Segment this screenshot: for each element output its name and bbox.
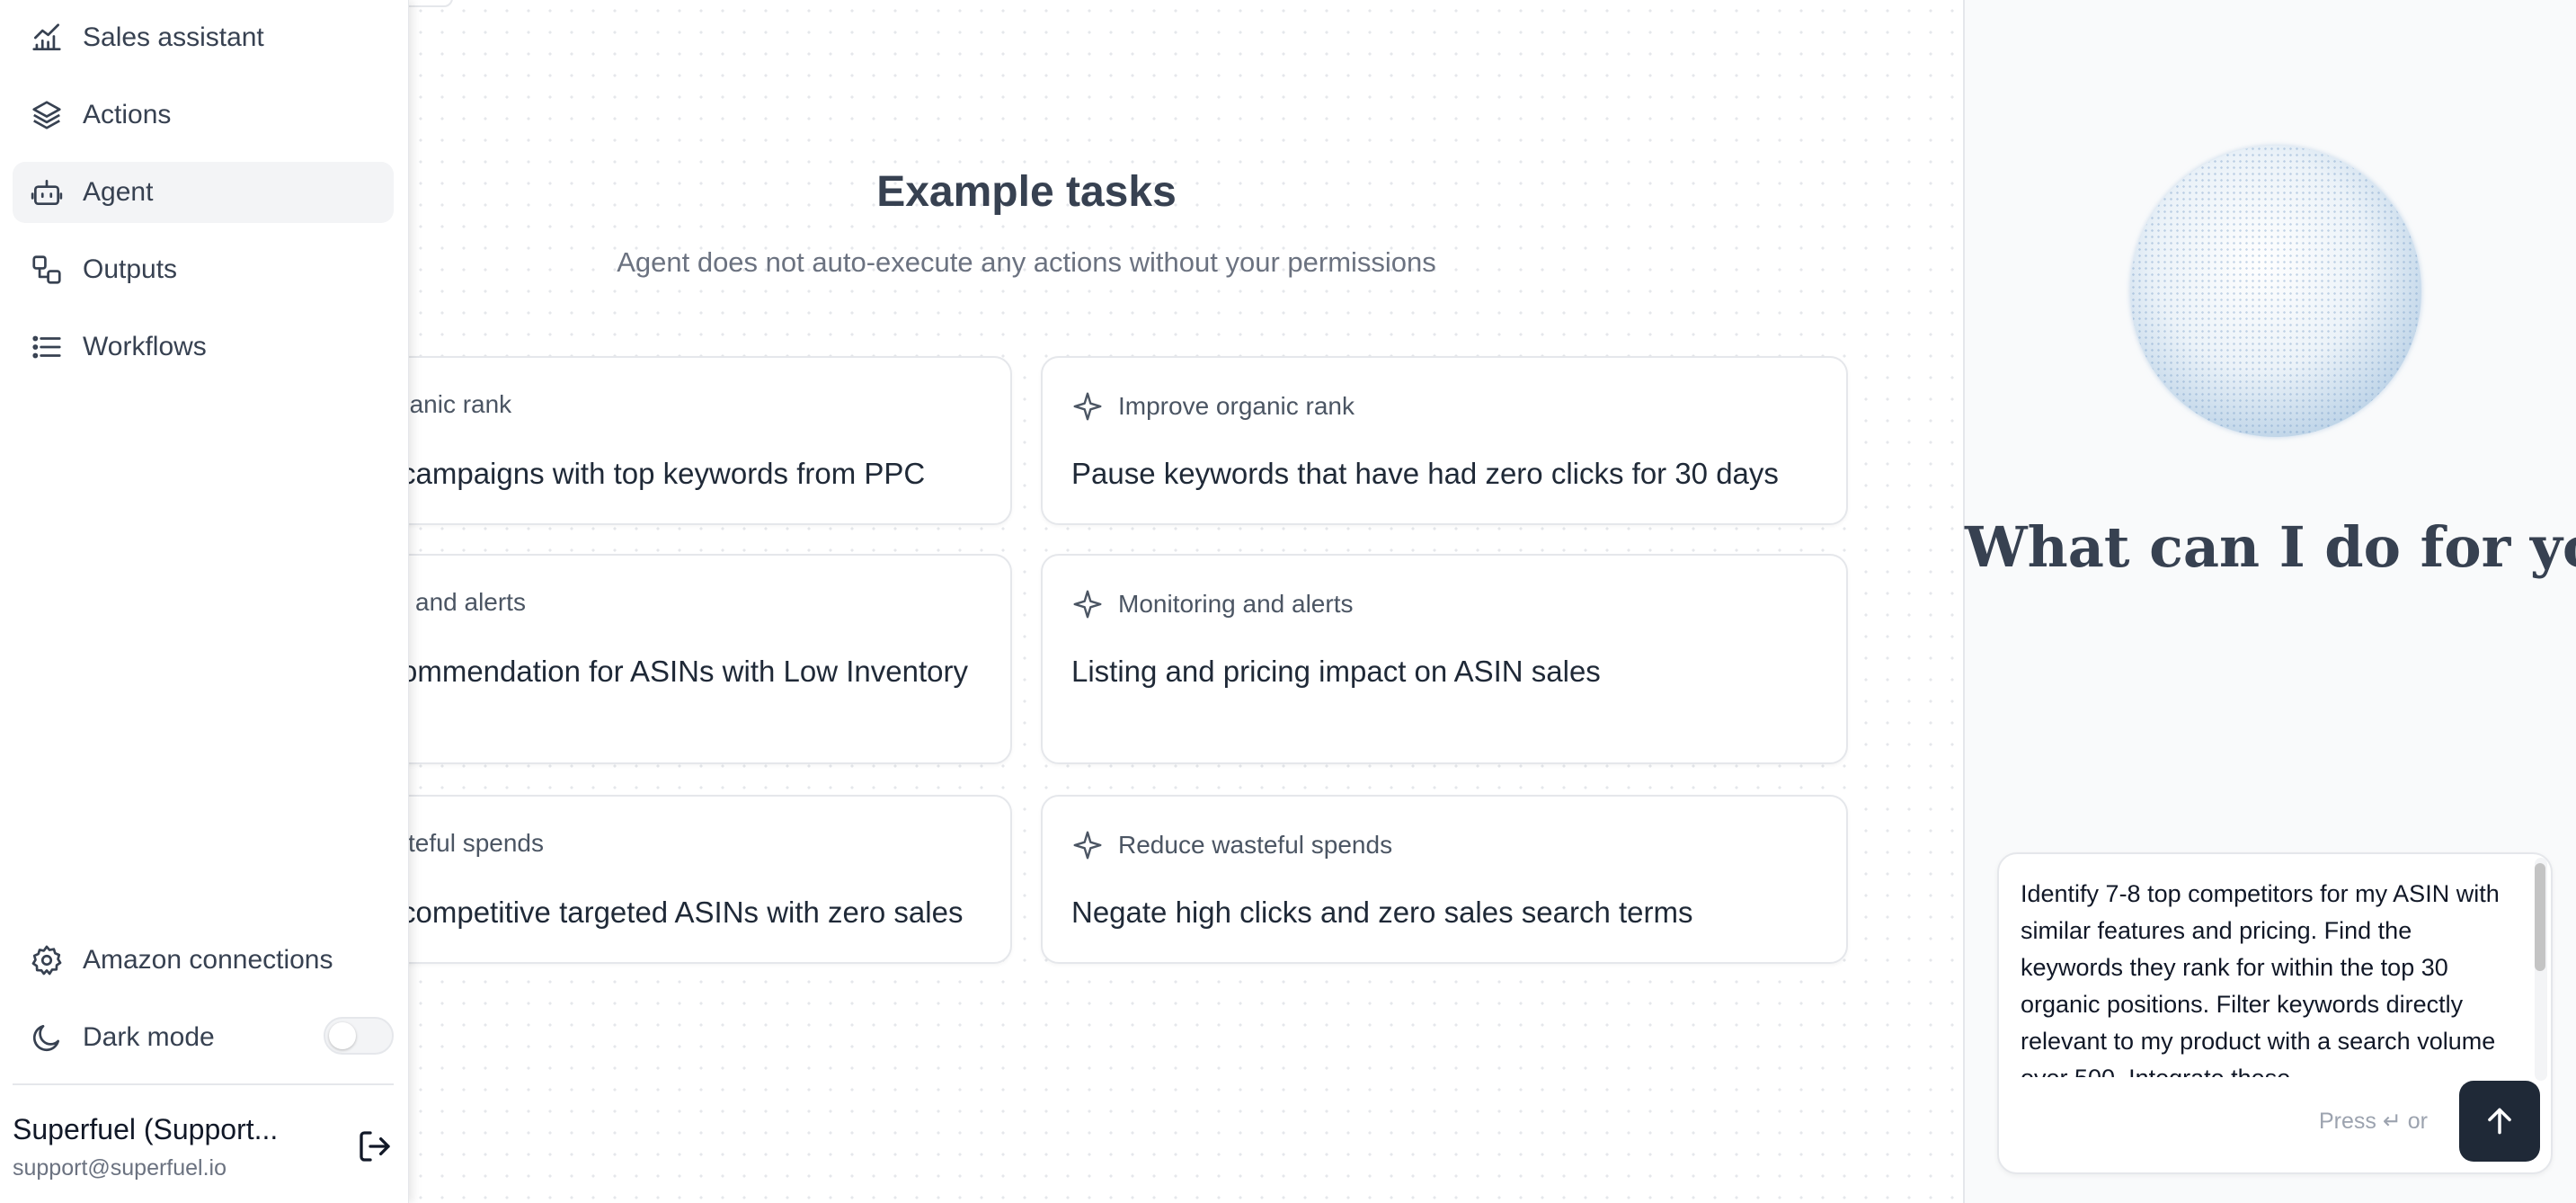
sidebar-item-sales-assistant[interactable]: Sales assistant	[13, 7, 394, 68]
task-category-label: steful spends	[395, 829, 544, 857]
user-name: Superfuel (Support...	[13, 1113, 279, 1145]
gear-icon	[29, 942, 65, 978]
sidebar-item-label: Outputs	[83, 254, 178, 284]
task-category-label: Reduce wasteful spends	[1118, 831, 1393, 859]
task-card[interactable]: Improve organic rank Pause keywords that…	[1041, 356, 1848, 525]
amazon-connections-label: Amazon connections	[83, 945, 333, 975]
moon-icon	[29, 1020, 65, 1056]
task-category-label: ganic rank	[395, 390, 512, 418]
task-title: Listing and pricing impact on ASIN sales	[1071, 655, 1601, 688]
task-card[interactable]: and alerts ommendation for ASINs with Lo…	[333, 554, 1012, 764]
task-category: and alerts	[415, 588, 526, 617]
sidebar-item-label: Workflows	[83, 332, 207, 361]
logout-icon	[360, 1131, 390, 1162]
task-category: steful spends	[395, 829, 544, 858]
sidebar-item-agent[interactable]: Agent	[13, 162, 394, 223]
chart-line-icon	[29, 20, 65, 56]
task-title: ommendation for ASINs with Low Inventory	[401, 655, 968, 688]
sidebar-divider	[13, 1083, 394, 1085]
task-category: Monitoring and alerts	[1071, 588, 1353, 620]
dark-mode-toggle[interactable]	[324, 1017, 394, 1055]
task-title: Pause keywords that have had zero clicks…	[1071, 457, 1779, 490]
task-title: campaigns with top keywords from PPC	[401, 457, 926, 490]
task-category-label: Improve organic rank	[1118, 392, 1355, 420]
task-card[interactable]: Reduce wasteful spends Negate high click…	[1041, 795, 1848, 964]
task-title: competitive targeted ASINs with zero sal…	[401, 896, 964, 929]
layers-icon	[29, 97, 65, 133]
sidebar-item-label: Sales assistant	[83, 22, 264, 52]
chat-input-box: Identify 7-8 top competitors for my ASIN…	[1997, 852, 2553, 1174]
task-category: ganic rank	[395, 390, 511, 419]
user-email: support@superfuel.io	[13, 1155, 227, 1181]
sidebar-item-workflows[interactable]: Workflows	[13, 316, 394, 378]
assistant-heading: What can I do for you?	[1965, 514, 2576, 580]
dark-mode-row: Dark mode	[13, 1007, 309, 1068]
chat-scrollbar-thumb[interactable]	[2535, 863, 2545, 971]
task-category-label: Monitoring and alerts	[1118, 590, 1354, 618]
sparkle-icon	[1073, 392, 1102, 421]
task-category: Improve organic rank	[1071, 390, 1355, 423]
press-enter-hint: Press ↵ or	[2319, 1109, 2428, 1134]
sparkle-icon	[1073, 590, 1102, 619]
dark-mode-label: Dark mode	[83, 1022, 215, 1052]
sidebar-item-outputs[interactable]: Outputs	[13, 239, 394, 300]
sidebar-item-label: Actions	[83, 100, 172, 129]
task-card[interactable]: ganic rank campaigns with top keywords f…	[333, 356, 1012, 525]
sidebar-item-label: Agent	[83, 177, 154, 207]
outputs-icon	[29, 252, 65, 288]
assistant-orb	[2130, 146, 2421, 437]
task-category: Reduce wasteful spends	[1071, 829, 1392, 861]
chat-input[interactable]: Identify 7-8 top competitors for my ASIN…	[2021, 876, 2506, 1077]
toggle-knob	[329, 1022, 356, 1049]
robot-icon	[29, 174, 65, 210]
send-button[interactable]	[2459, 1081, 2540, 1162]
amazon-connections-button[interactable]: Amazon connections	[13, 930, 394, 991]
task-card[interactable]: steful spends competitive targeted ASINs…	[333, 795, 1012, 964]
task-title: Negate high clicks and zero sales search…	[1071, 896, 1693, 929]
arrow-up-icon	[2488, 1108, 2511, 1135]
task-category-label: and alerts	[415, 588, 526, 616]
task-card[interactable]: Monitoring and alerts Listing and pricin…	[1041, 554, 1848, 764]
sparkle-icon	[1073, 831, 1102, 860]
logout-button[interactable]	[354, 1126, 395, 1167]
sidebar: Sales assistant Actions Agent Outputs Wo…	[0, 0, 409, 1203]
sidebar-item-actions[interactable]: Actions	[13, 85, 394, 146]
list-icon	[29, 329, 65, 365]
